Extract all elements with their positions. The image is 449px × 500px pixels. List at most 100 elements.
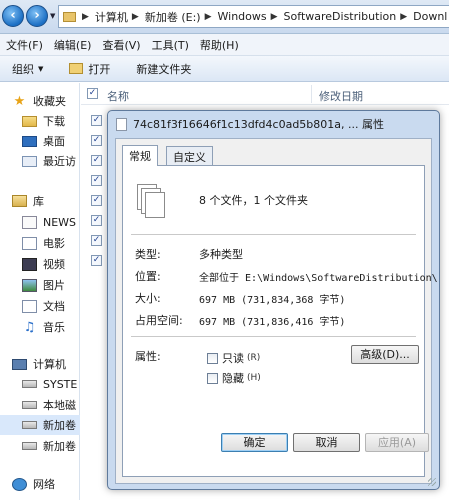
- breadcrumb-drive[interactable]: 新加卷 (E:): [145, 9, 201, 25]
- menu-edit[interactable]: 编辑(E): [54, 37, 92, 53]
- nav-favorites[interactable]: ★ 收藏夹: [12, 91, 92, 111]
- breadcrumb-download[interactable]: Downl: [413, 10, 447, 23]
- readonly-label: 只读: [222, 352, 244, 365]
- nav-documents-label: 文档: [43, 300, 65, 313]
- select-all-checkbox[interactable]: ✓: [87, 88, 98, 99]
- nav-movies-label: 电影: [43, 237, 65, 250]
- apply-button[interactable]: 应用(A): [365, 433, 429, 452]
- breadcrumb-computer[interactable]: 计算机: [95, 9, 128, 25]
- nav-libraries-label: 库: [33, 195, 44, 208]
- hidden-label: 隐藏: [222, 372, 244, 385]
- nav-network[interactable]: 网络: [12, 474, 92, 494]
- breadcrumb-chevron-icon[interactable]: ▶: [82, 12, 89, 22]
- advanced-button[interactable]: 高级(D)...: [351, 345, 419, 364]
- new-folder-button[interactable]: 新建文件夹: [136, 61, 191, 77]
- type-label: 类型:: [135, 248, 161, 261]
- nav-music-label: 音乐: [43, 321, 65, 334]
- pictures-library-icon: [22, 278, 37, 292]
- breadcrumb-windows[interactable]: Windows: [218, 10, 267, 23]
- computer-icon: [12, 358, 27, 370]
- open-button[interactable]: 打开: [69, 61, 110, 77]
- dialog-title: 74c81f3f16646f1c13dfd4c0ad5b801a, ... 属性: [133, 118, 384, 131]
- row-checkbox[interactable]: ✓: [91, 155, 102, 166]
- menu-help[interactable]: 帮助(H): [200, 37, 239, 53]
- menu-view[interactable]: 查看(V): [102, 37, 140, 53]
- properties-dialog: 74c81f3f16646f1c13dfd4c0ad5b801a, ... 属性…: [107, 110, 440, 490]
- command-bar: 组织 ▼ 打开 新建文件夹: [0, 56, 449, 82]
- new-folder-label: 新建文件夹: [136, 62, 192, 76]
- column-divider[interactable]: [311, 85, 312, 103]
- nav-recent-label: 最近访: [43, 155, 76, 168]
- row-checkbox[interactable]: ✓: [91, 115, 102, 126]
- back-button[interactable]: ‹: [2, 5, 24, 27]
- address-bar[interactable]: ▶ 计算机 ▶ 新加卷 (E:) ▶ Windows ▶ SoftwareDis…: [58, 5, 449, 28]
- downloads-folder-icon: [22, 115, 37, 127]
- library-icon: [12, 195, 27, 207]
- dialog-titlebar[interactable]: 74c81f3f16646f1c13dfd4c0ad5b801a, ... 属性: [108, 111, 439, 137]
- organize-label: 组织: [12, 62, 34, 76]
- breadcrumb-chevron-icon[interactable]: ▶: [205, 12, 212, 22]
- menu-file[interactable]: 文件(F): [6, 37, 43, 53]
- row-checkbox[interactable]: ✓: [91, 195, 102, 206]
- video-library-icon: [22, 257, 37, 271]
- hidden-checkbox[interactable]: 隐藏 (H): [207, 370, 261, 386]
- breadcrumb-chevron-icon[interactable]: ▶: [271, 12, 278, 22]
- row-checkbox[interactable]: ✓: [91, 175, 102, 186]
- nav-favorites-label: 收藏夹: [33, 95, 66, 108]
- hidden-checkbox-box[interactable]: [207, 372, 218, 384]
- nav-computer[interactable]: 计算机: [12, 354, 92, 374]
- location-label: 位置:: [135, 270, 161, 283]
- multiple-files-icon: [137, 184, 169, 220]
- column-date-modified[interactable]: 修改日期: [319, 88, 363, 104]
- nav-news-label: NEWS: [43, 215, 77, 229]
- resize-grip-icon[interactable]: [428, 478, 436, 486]
- recent-places-icon: [22, 155, 37, 167]
- cancel-button[interactable]: 取消: [293, 433, 360, 452]
- row-checkbox[interactable]: ✓: [91, 215, 102, 226]
- divider: [131, 336, 416, 337]
- nav-pictures-label: 图片: [43, 279, 65, 292]
- size-on-disk-label: 占用空间:: [135, 314, 183, 327]
- readonly-checkbox[interactable]: 只读 (R): [207, 350, 260, 366]
- movies-library-icon: [22, 236, 37, 250]
- row-checkbox[interactable]: ✓: [91, 135, 102, 146]
- recent-pages-dropdown-icon[interactable]: ▼: [50, 12, 55, 20]
- nav-libraries[interactable]: 库: [12, 191, 92, 211]
- nav-desktop-label: 桌面: [43, 135, 65, 148]
- menu-tools[interactable]: 工具(T): [152, 37, 189, 53]
- open-folder-icon: [69, 63, 84, 74]
- divider: [131, 234, 416, 235]
- nav-downloads-label: 下载: [43, 115, 65, 128]
- row-checkbox[interactable]: ✓: [91, 255, 102, 266]
- general-tab-panel: 8 个文件，1 个文件夹 类型: 多种类型 位置: 全部位于 E:\Window…: [122, 165, 438, 477]
- size-value: 697 MB (731,834,368 字节): [199, 295, 346, 306]
- nav-system-drive-label: SYSTE: [43, 377, 78, 391]
- breadcrumb-chevron-icon[interactable]: ▶: [132, 12, 139, 22]
- news-library-icon: [22, 215, 37, 229]
- ok-button[interactable]: 确定: [221, 433, 288, 452]
- nav-volume-e[interactable]: 新加卷: [0, 415, 80, 435]
- documents-library-icon: [22, 299, 37, 313]
- organize-button[interactable]: 组织 ▼: [12, 61, 43, 77]
- desktop-icon: [22, 135, 37, 147]
- type-value: 多种类型: [199, 248, 243, 261]
- tab-general[interactable]: 常规: [122, 145, 158, 166]
- breadcrumb-softwaredistribution[interactable]: SoftwareDistribution: [284, 10, 397, 23]
- star-icon: ★: [13, 93, 26, 109]
- nav-volume-f-label: 新加卷: [43, 440, 76, 453]
- hard-drive-icon: [22, 421, 37, 429]
- tab-custom[interactable]: 自定义: [166, 146, 213, 165]
- folder-icon: [63, 11, 76, 22]
- column-header: ✓ 名称 修改日期: [81, 83, 449, 105]
- forward-button[interactable]: ›: [26, 5, 48, 27]
- music-note-icon: ♫: [23, 319, 36, 335]
- nav-videos-label: 视频: [43, 258, 65, 271]
- hidden-accesskey: (H): [247, 373, 261, 383]
- breadcrumb-chevron-icon[interactable]: ▶: [400, 12, 407, 22]
- row-checkbox[interactable]: ✓: [91, 235, 102, 246]
- nav-local-disk-label: 本地磁: [43, 399, 76, 412]
- readonly-checkbox-box[interactable]: [207, 352, 218, 364]
- column-name[interactable]: 名称: [107, 88, 129, 104]
- document-icon: [116, 117, 127, 131]
- nav-volume-e-label: 新加卷: [43, 419, 76, 432]
